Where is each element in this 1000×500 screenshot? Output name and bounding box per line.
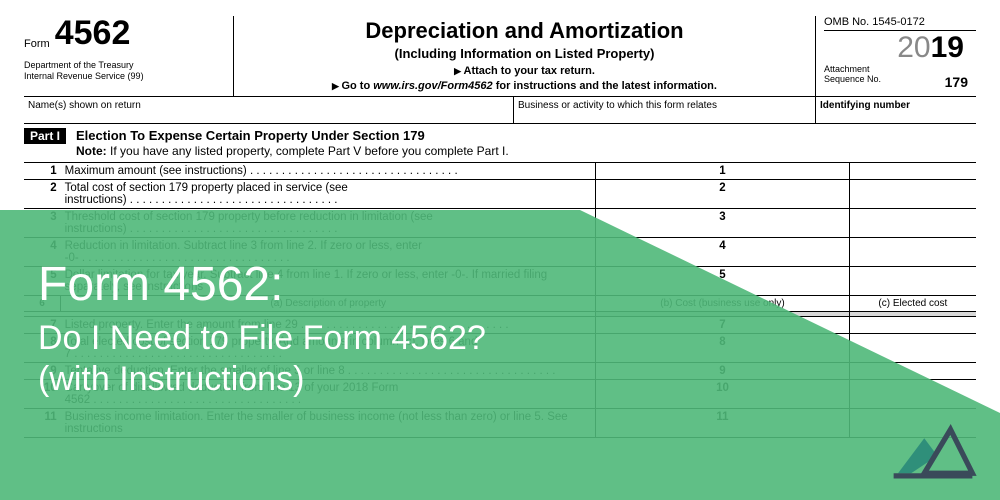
line-desc: Total cost of section 179 property place… xyxy=(61,180,596,209)
tax-year: 2019 xyxy=(824,31,976,64)
line-box: 2 xyxy=(596,180,849,209)
omb-number: OMB No. 1545-0172 xyxy=(824,16,976,31)
line-amount-field[interactable] xyxy=(849,163,976,180)
line-desc: Maximum amount (see instructions) xyxy=(61,163,596,180)
overlay-title: Form 4562: xyxy=(38,260,486,310)
line-box: 1 xyxy=(596,163,849,180)
business-activity-field[interactable]: Business or activity to which this form … xyxy=(514,97,816,123)
line-box: 3 xyxy=(596,209,849,238)
goto-prefix: Go to xyxy=(341,80,373,92)
header-right-block: OMB No. 1545-0172 2019 Attachment Sequen… xyxy=(816,16,976,96)
line-1-row: 1 Maximum amount (see instructions) 1 xyxy=(24,163,976,180)
overlay-banner-text: Form 4562: Do I Need to File Form 4562? … xyxy=(38,260,486,400)
overlay-sub-line-2: (with Instructions) xyxy=(38,360,304,398)
overlay-sub-line-1: Do I Need to File Form 4562? xyxy=(38,319,486,357)
line-amount-field[interactable] xyxy=(849,209,976,238)
note-text: If you have any listed property, complet… xyxy=(107,144,509,158)
form-label: Form xyxy=(24,38,50,50)
identifying-number-field[interactable]: Identifying number xyxy=(816,97,976,123)
goto-url: www.irs.gov/Form4562 xyxy=(373,80,492,92)
attach-instruction: Attach to your tax return. xyxy=(246,65,803,77)
name-row: Name(s) shown on return Business or acti… xyxy=(24,97,976,124)
line-amount-field[interactable] xyxy=(849,267,976,296)
seq-label-2: Sequence No. xyxy=(824,74,881,84)
year-prefix: 20 xyxy=(897,31,930,64)
part-note: Note: If you have any listed property, c… xyxy=(76,144,509,158)
attachment-sequence: Attachment Sequence No. 179 xyxy=(824,64,976,84)
line-amount-field[interactable] xyxy=(849,238,976,267)
part-badge: Part I xyxy=(24,128,66,144)
line-amount-field[interactable] xyxy=(849,317,976,334)
part-title: Election To Expense Certain Property Und… xyxy=(76,128,425,143)
seq-label-1: Attachment xyxy=(824,64,870,74)
line-num: 2 xyxy=(24,180,61,209)
form-header: Form 4562 Department of the Treasury Int… xyxy=(24,16,976,97)
goto-instruction: Go to www.irs.gov/Form4562 for instructi… xyxy=(246,80,803,92)
col-c-header: (c) Elected cost xyxy=(849,296,976,312)
brand-logo-icon xyxy=(888,412,978,482)
line-amount-field[interactable] xyxy=(849,180,976,209)
line-2-row: 2 Total cost of section 179 property pla… xyxy=(24,180,976,209)
header-center-block: Depreciation and Amortization (Including… xyxy=(234,16,816,96)
part-title-wrap: Election To Expense Certain Property Und… xyxy=(76,128,509,158)
overlay-subtitle: Do I Need to File Form 4562? (with Instr… xyxy=(38,318,486,400)
subtitle: (Including Information on Listed Propert… xyxy=(246,46,803,61)
line-num: 1 xyxy=(24,163,61,180)
year-suffix: 19 xyxy=(931,31,964,64)
names-on-return-field[interactable]: Name(s) shown on return xyxy=(24,97,514,123)
dept-text: Department of the Treasury Internal Reve… xyxy=(24,60,225,82)
note-bold: Note: xyxy=(76,144,107,158)
part-1-header: Part I Election To Expense Certain Prope… xyxy=(24,124,976,163)
seq-number: 179 xyxy=(945,74,976,90)
main-title: Depreciation and Amortization xyxy=(246,18,803,44)
form-number: 4562 xyxy=(55,14,131,52)
dept-line-2: Internal Revenue Service (99) xyxy=(24,71,225,82)
dept-line-1: Department of the Treasury xyxy=(24,60,225,71)
goto-suffix: for instructions and the latest informat… xyxy=(493,80,717,92)
header-left-block: Form 4562 Department of the Treasury Int… xyxy=(24,16,234,96)
